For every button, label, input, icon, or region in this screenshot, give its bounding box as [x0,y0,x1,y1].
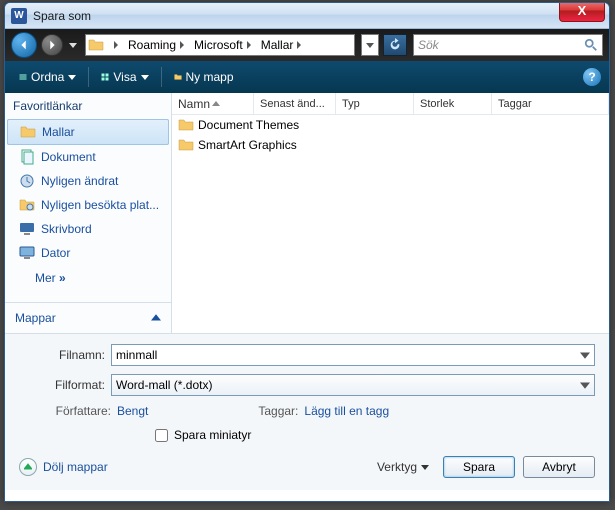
format-label: Filformat: [19,378,111,392]
toolbar-separator [161,67,162,87]
sidebar-item-recent-places[interactable]: Nyligen besökta plat... [5,193,171,217]
titlebar: W Spara som X [5,3,609,29]
new-folder-icon [174,73,182,81]
word-app-icon: W [11,8,27,24]
sidebar-heading: Favoritlänkar [5,93,171,119]
breadcrumb-seg-2[interactable]: Mallar [257,35,308,55]
forward-button[interactable] [41,34,63,56]
footer: Dölj mappar Verktyg Spara Avbryt [19,456,595,478]
format-select[interactable]: Word-mall (*.dotx) [111,374,595,396]
sidebar-more[interactable]: Mer » [5,265,171,291]
col-size[interactable]: Storlek [414,93,492,114]
file-name: Document Themes [198,118,299,132]
author-value[interactable]: Bengt [117,404,148,418]
back-button[interactable] [11,32,37,58]
folder-icon [20,124,36,140]
chevron-up-icon [24,463,32,471]
views-icon [101,73,109,81]
file-row[interactable]: SmartArt Graphics [172,135,609,155]
sidebar-item-templates[interactable]: Mallar [7,119,169,145]
folder-icon [178,117,194,133]
breadcrumb-seg-1[interactable]: Microsoft [190,35,257,55]
file-name: SmartArt Graphics [198,138,297,152]
tags-value[interactable]: Lägg till en tagg [304,404,389,418]
sort-asc-icon [212,100,220,108]
address-dropdown[interactable] [361,34,379,56]
filename-input[interactable]: minmall [111,344,595,366]
search-icon [584,38,598,52]
sidebar-item-documents[interactable]: Dokument [5,145,171,169]
save-as-dialog: W Spara som X Roaming Microsoft Mallar S… [4,2,610,502]
views-button[interactable]: Visa [95,67,154,87]
main-area: Favoritlänkar Mallar Dokument Nyligen än… [5,93,609,333]
bottom-panel: Filnamn: minmall Filformat: Word-mall (*… [5,333,609,490]
sidebar-item-recent[interactable]: Nyligen ändrat [5,169,171,193]
toolbar: Ordna Visa Ny mapp ? [5,61,609,93]
sidebar-item-desktop[interactable]: Skrivbord [5,217,171,241]
tags-label: Taggar: [258,404,298,418]
chevron-down-icon [68,73,76,81]
new-folder-button[interactable]: Ny mapp [168,67,240,87]
chevron-down-icon [421,463,429,471]
folder-icon [178,137,194,153]
chevron-down-icon [141,73,149,81]
filename-label: Filnamn: [19,348,111,362]
sidebar: Favoritlänkar Mallar Dokument Nyligen än… [5,93,172,333]
file-row[interactable]: Document Themes [172,115,609,135]
chevron-up-icon [151,313,161,323]
desktop-icon [19,221,35,237]
address-bar[interactable]: Roaming Microsoft Mallar [85,34,355,56]
close-button[interactable]: X [559,2,605,22]
hide-folders-button[interactable]: Dölj mappar [19,458,108,476]
toolbar-separator [88,67,89,87]
recent-places-icon [19,197,35,213]
col-modified[interactable]: Senast änd... [254,93,336,114]
chevron-down-icon[interactable] [580,350,590,360]
nav-row: Roaming Microsoft Mallar Sök [5,29,609,61]
refresh-button[interactable] [383,34,407,56]
breadcrumb-chevron[interactable] [106,35,124,55]
chevron-down-icon[interactable] [580,380,590,390]
col-type[interactable]: Typ [336,93,414,114]
col-name[interactable]: Namn [172,93,254,114]
sidebar-folders-toggle[interactable]: Mappar [5,302,171,333]
help-button[interactable]: ? [583,68,601,86]
save-button[interactable]: Spara [443,456,515,478]
save-thumbnail-label: Spara miniatyr [174,428,251,442]
cancel-button[interactable]: Avbryt [523,456,595,478]
search-input[interactable]: Sök [413,34,603,56]
column-headers: Namn Senast änd... Typ Storlek Taggar [172,93,609,115]
tools-button[interactable]: Verktyg [371,457,435,477]
col-tags[interactable]: Taggar [492,93,609,114]
organize-icon [19,73,27,81]
folder-icon [88,37,104,53]
author-label: Författare: [19,404,111,418]
save-thumbnail-checkbox[interactable] [155,429,168,442]
organize-button[interactable]: Ordna [13,67,82,87]
sidebar-item-computer[interactable]: Dator [5,241,171,265]
file-pane: Namn Senast änd... Typ Storlek Taggar Do… [172,93,609,333]
recent-icon [19,173,35,189]
computer-icon [19,245,35,261]
search-placeholder: Sök [418,38,439,52]
breadcrumb-seg-0[interactable]: Roaming [124,35,190,55]
documents-icon [19,149,35,165]
window-title: Spara som [33,9,91,23]
nav-history-dropdown[interactable] [67,34,79,56]
